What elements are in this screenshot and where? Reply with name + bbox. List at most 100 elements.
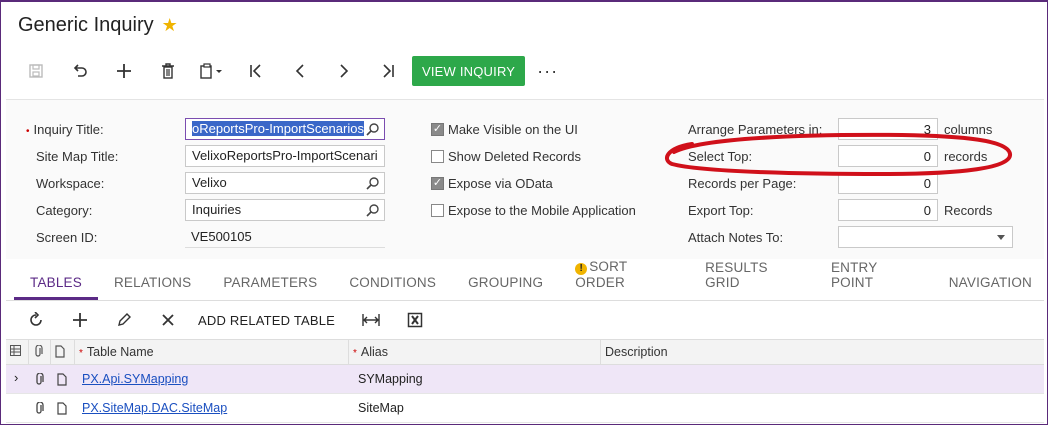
checkbox-unchecked-icon[interactable] <box>431 150 444 163</box>
workspace-label: Workspace: <box>36 176 105 191</box>
view-inquiry-button[interactable]: VIEW INQUIRY <box>412 56 526 86</box>
expose-mobile-checkbox[interactable]: Expose to the Mobile Application <box>431 203 636 218</box>
export-top-unit: Records <box>944 203 993 218</box>
export-top-input[interactable]: 0 <box>838 199 938 221</box>
select-top-input[interactable]: 0 <box>838 145 938 167</box>
category-value: Inquiries <box>192 202 242 217</box>
attachment-column-icon <box>28 340 50 366</box>
records-per-page-label: Records per Page: <box>688 176 797 191</box>
inquiry-title-input[interactable]: oReportsPro-ImportScenarios <box>185 118 385 140</box>
expose-odata-label: Expose via OData <box>448 176 553 191</box>
dropdown-arrow-icon[interactable] <box>997 235 1005 240</box>
arrange-params-unit: columns <box>944 122 993 137</box>
note-icon[interactable] <box>56 402 68 415</box>
tab-navigation[interactable]: NAVIGATION <box>933 275 1048 300</box>
title-bar: Generic Inquiry ★ <box>18 14 178 37</box>
workspace-value: Velixo <box>192 175 227 190</box>
expose-odata-checkbox[interactable]: ✓ Expose via OData <box>431 176 553 191</box>
records-per-page-input[interactable]: 0 <box>838 172 938 194</box>
category-input[interactable]: Inquiries <box>185 199 385 221</box>
tab-parameters[interactable]: PARAMETERS <box>207 275 333 300</box>
attachment-icon[interactable] <box>33 373 45 386</box>
tab-entry-point[interactable]: ENTRY POINT <box>815 260 933 300</box>
description-cell[interactable] <box>604 365 1044 394</box>
tab-results-grid[interactable]: RESULTS GRID <box>689 260 815 300</box>
column-header-alias-text: Alias <box>360 345 388 359</box>
export-excel-icon[interactable] <box>393 306 437 334</box>
add-row-icon[interactable] <box>58 306 102 334</box>
tab-divider <box>6 300 1044 301</box>
site-map-title-label: Site Map Title: <box>36 149 119 164</box>
add-icon[interactable] <box>102 56 146 86</box>
note-icon[interactable] <box>56 373 68 386</box>
search-icon[interactable] <box>366 203 380 217</box>
checkbox-checked-icon[interactable]: ✓ <box>431 177 444 190</box>
attachment-icon[interactable] <box>33 402 45 415</box>
column-header-alias[interactable]: * Alias <box>348 340 600 366</box>
warning-icon: ! <box>575 263 588 275</box>
edit-pencil-icon[interactable] <box>102 306 146 334</box>
clipboard-dropdown-icon[interactable] <box>190 56 234 86</box>
page-title: Generic Inquiry <box>18 14 154 36</box>
make-visible-label: Make Visible on the UI <box>448 122 578 137</box>
checkbox-unchecked-icon[interactable] <box>431 204 444 217</box>
note-column-icon <box>50 340 74 366</box>
tab-conditions[interactable]: CONDITIONS <box>333 275 452 300</box>
delete-row-icon[interactable] <box>146 306 190 334</box>
previous-record-icon[interactable] <box>278 56 322 86</box>
alias-cell[interactable]: SiteMap <box>354 394 600 423</box>
column-header-description[interactable]: Description <box>600 340 1044 366</box>
required-marker: • <box>26 126 30 137</box>
select-top-unit: records <box>944 149 988 164</box>
arrange-params-input[interactable]: 3 <box>838 118 938 140</box>
inquiry-title-label: • Inquiry Title: <box>26 122 104 137</box>
column-header-table-name[interactable]: * Table Name <box>74 340 348 366</box>
inquiry-title-label-text: Inquiry Title: <box>33 122 104 137</box>
arrange-params-label: Arrange Parameters in: <box>688 122 823 137</box>
checkbox-checked-icon[interactable]: ✓ <box>431 123 444 136</box>
save-icon[interactable] <box>14 56 58 86</box>
grid-settings-icon[interactable] <box>6 340 28 366</box>
description-cell[interactable] <box>604 394 1044 423</box>
grid-header: * Table Name * Alias Description <box>6 339 1044 366</box>
workspace-input[interactable]: Velixo <box>185 172 385 194</box>
export-top-label: Export Top: <box>688 203 754 218</box>
inquiry-title-value: oReportsPro-ImportScenarios <box>192 121 364 136</box>
search-icon[interactable] <box>366 122 380 136</box>
tab-tables[interactable]: TABLES <box>14 275 98 300</box>
search-icon[interactable] <box>366 176 380 190</box>
refresh-icon[interactable] <box>14 306 58 334</box>
table-row[interactable]: PX.SiteMap.DAC.SiteMap SiteMap <box>6 394 1044 423</box>
tab-relations[interactable]: RELATIONS <box>98 275 207 300</box>
fit-columns-icon[interactable] <box>349 306 393 334</box>
required-marker: * <box>353 348 357 359</box>
table-name-link[interactable]: PX.Api.SYMapping <box>78 365 348 394</box>
add-related-table-button[interactable]: ADD RELATED TABLE <box>190 313 349 328</box>
category-label: Category: <box>36 203 93 218</box>
row-selector-chevron-icon[interactable]: › <box>10 365 28 394</box>
expose-mobile-label: Expose to the Mobile Application <box>448 203 636 218</box>
more-actions-icon[interactable]: ··· <box>537 61 558 82</box>
column-header-table-name-text: Table Name <box>86 345 154 359</box>
show-deleted-label: Show Deleted Records <box>448 149 581 164</box>
table-name-link[interactable]: PX.SiteMap.DAC.SiteMap <box>78 394 348 423</box>
tab-sort-order[interactable]: ! SORT ORDER <box>559 259 689 300</box>
attach-notes-select[interactable] <box>838 226 1013 248</box>
next-record-icon[interactable] <box>322 56 366 86</box>
delete-icon[interactable] <box>146 56 190 86</box>
screen-id-value: VE500105 <box>185 226 385 248</box>
table-row[interactable]: › PX.Api.SYMapping SYMapping <box>6 365 1044 394</box>
site-map-title-input[interactable]: VelixoReportsPro-ImportScenari <box>185 145 385 167</box>
tables-grid: * Table Name * Alias Description › PX.Api.… <box>6 339 1044 423</box>
tab-bar: TABLES RELATIONS PARAMETERS CONDITIONS G… <box>14 259 1048 300</box>
first-record-icon[interactable] <box>234 56 278 86</box>
tab-grouping[interactable]: GROUPING <box>452 275 559 300</box>
screen-id-label: Screen ID: <box>36 230 98 245</box>
grid-toolbar: ADD RELATED TABLE <box>14 306 437 334</box>
last-record-icon[interactable] <box>366 56 410 86</box>
show-deleted-checkbox[interactable]: Show Deleted Records <box>431 149 581 164</box>
favorite-star-icon[interactable]: ★ <box>162 15 178 36</box>
make-visible-checkbox[interactable]: ✓ Make Visible on the UI <box>431 122 578 137</box>
undo-icon[interactable] <box>58 56 102 86</box>
alias-cell[interactable]: SYMapping <box>354 365 600 394</box>
